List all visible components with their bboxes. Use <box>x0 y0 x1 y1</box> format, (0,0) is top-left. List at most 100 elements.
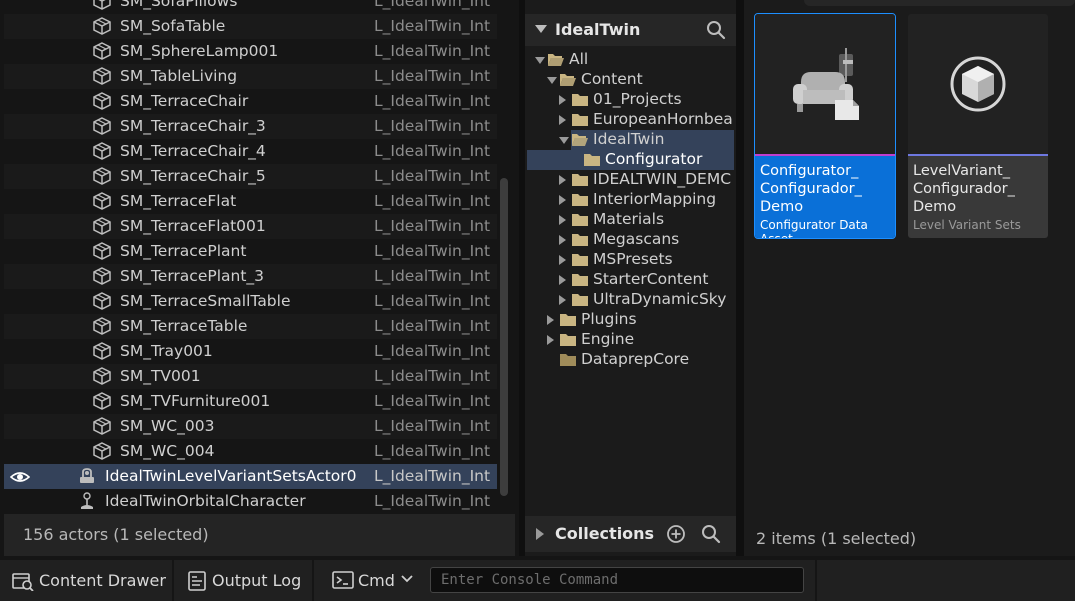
outliner-scrollbar[interactable] <box>500 178 508 496</box>
expand-arrow-icon[interactable] <box>559 275 566 285</box>
outliner-row[interactable]: SM_SofaPillows L_IdealTwin_Int <box>4 0 497 14</box>
tree-folder-engine[interactable]: Engine <box>527 330 734 350</box>
static-mesh-icon <box>92 142 112 160</box>
static-mesh-icon <box>92 317 112 335</box>
asset-view: Configurator_ Configurador_ Demo Configu… <box>744 0 1075 556</box>
outliner-row[interactable]: SM_WC_003 L_IdealTwin_Int <box>4 414 497 439</box>
actor-level: L_IdealTwin_Int <box>374 392 491 410</box>
static-mesh-icon <box>92 192 112 210</box>
output-log-button[interactable]: Output Log <box>174 560 314 601</box>
search-icon[interactable] <box>701 524 721 544</box>
outliner-row[interactable]: SM_TerracePlant L_IdealTwin_Int <box>4 239 497 264</box>
asset-info: LevelVariant_ Configurador_ Demo Level V… <box>908 156 1048 238</box>
static-mesh-icon <box>92 342 112 360</box>
character-icon <box>77 492 97 510</box>
actor-name: SM_TerraceChair_5 <box>120 167 266 185</box>
actor-level: L_IdealTwin_Int <box>374 417 491 435</box>
tree-folder-megascans[interactable]: Megascans <box>527 230 734 250</box>
tree-folder-all[interactable]: All <box>527 50 734 70</box>
outliner-row[interactable]: SM_TerraceFlat L_IdealTwin_Int <box>4 189 497 214</box>
collapse-arrow-icon[interactable] <box>535 25 547 33</box>
actor-level: L_IdealTwin_Int <box>374 467 491 485</box>
content-drawer-button[interactable]: Content Drawer <box>0 560 174 601</box>
actor-level: L_IdealTwin_Int <box>374 17 491 35</box>
console-command-input[interactable] <box>430 567 804 593</box>
asset-thumbnail <box>755 14 895 154</box>
expand-arrow-icon[interactable] <box>559 235 566 245</box>
actor-name: SM_TerraceTable <box>120 317 248 335</box>
actor-level: L_IdealTwin_Int <box>374 492 491 510</box>
expand-arrow-icon[interactable] <box>536 528 544 540</box>
folder-label: IdealTwin <box>593 130 665 148</box>
tree-folder-mspresets[interactable]: MSPresets <box>527 250 734 270</box>
sources-header[interactable]: IdealTwin <box>525 14 736 46</box>
folder-icon <box>571 292 589 307</box>
expand-arrow-icon[interactable] <box>559 175 566 185</box>
outliner-row[interactable]: SM_TerraceChair L_IdealTwin_Int <box>4 89 497 114</box>
actor-level: L_IdealTwin_Int <box>374 117 491 135</box>
asset-tile-levelvariant[interactable]: LevelVariant_ Configurador_ Demo Level V… <box>908 14 1048 238</box>
cmd-dropdown[interactable]: Cmd <box>314 560 426 601</box>
folder-icon <box>571 272 589 287</box>
expand-arrow-icon[interactable] <box>547 335 554 345</box>
tree-folder-materials[interactable]: Materials <box>527 210 734 230</box>
outliner-row[interactable]: IdealTwinOrbitalCharacter L_IdealTwin_Int <box>4 489 497 513</box>
actor-level: L_IdealTwin_Int <box>374 192 491 210</box>
status-bar: Content Drawer Output Log Cmd <box>0 560 1075 601</box>
outliner-row[interactable]: SM_TerracePlant_3 L_IdealTwin_Int <box>4 264 497 289</box>
tree-folder-plugins[interactable]: Plugins <box>527 310 734 330</box>
tree-folder-configurator[interactable]: Configurator <box>527 150 734 170</box>
level-variant-actor-icon <box>77 467 97 485</box>
tree-folder-ultradynamicsky[interactable]: UltraDynamicSky <box>527 290 734 310</box>
outliner-row[interactable]: SM_TerraceFlat001 L_IdealTwin_Int <box>4 214 497 239</box>
tree-folder-europeanhornbea[interactable]: EuropeanHornbea <box>527 110 734 130</box>
outliner-row[interactable]: SM_TerraceChair_5 L_IdealTwin_Int <box>4 164 497 189</box>
expand-arrow-icon[interactable] <box>559 295 566 305</box>
asset-tile-configurator[interactable]: Configurator_ Configurador_ Demo Configu… <box>754 13 896 239</box>
outliner-row[interactable]: SM_SofaTable L_IdealTwin_Int <box>4 14 497 39</box>
output-log-label: Output Log <box>212 571 302 590</box>
outliner-row[interactable]: SM_TVFurniture001 L_IdealTwin_Int <box>4 389 497 414</box>
static-mesh-icon <box>92 417 112 435</box>
expand-arrow-icon[interactable] <box>547 315 554 325</box>
collections-header[interactable]: Collections <box>525 516 736 552</box>
actor-name: SM_WC_004 <box>120 442 215 460</box>
actor-name: SM_TerraceChair <box>120 92 249 110</box>
outliner-row[interactable]: SM_TV001 L_IdealTwin_Int <box>4 364 497 389</box>
folder-icon <box>571 92 589 107</box>
visibility-eye-icon[interactable] <box>9 469 31 485</box>
folder-label: Configurator <box>605 150 703 168</box>
expand-arrow-icon[interactable] <box>559 255 566 265</box>
outliner-row[interactable]: IdealTwinLevelVariantSetsActor0 L_IdealTw… <box>4 464 497 489</box>
outliner-row[interactable]: SM_Tray001 L_IdealTwin_Int <box>4 339 497 364</box>
outliner-row[interactable]: SM_SphereLamp001 L_IdealTwin_Int <box>4 39 497 64</box>
tree-folder-01-projects[interactable]: 01_Projects <box>527 90 734 110</box>
outliner-row[interactable]: SM_TerraceTable L_IdealTwin_Int <box>4 314 497 339</box>
collapse-arrow-icon[interactable] <box>535 57 545 64</box>
collapse-arrow-icon[interactable] <box>559 137 569 144</box>
tree-folder-startercontent[interactable]: StarterContent <box>527 270 734 290</box>
outliner-row[interactable]: SM_TableLiving L_IdealTwin_Int <box>4 64 497 89</box>
static-mesh-icon <box>92 392 112 410</box>
folder-label: Engine <box>581 330 635 348</box>
add-collection-icon[interactable] <box>666 524 686 544</box>
tree-folder-idealtwin-demc[interactable]: IDEALTWIN_DEMC <box>527 170 734 190</box>
actor-level: L_IdealTwin_Int <box>374 367 491 385</box>
tree-folder-dataprepcore[interactable]: DataprepCore <box>527 350 734 370</box>
tree-folder-interiormapping[interactable]: InteriorMapping <box>527 190 734 210</box>
tree-folder-content[interactable]: Content <box>527 70 734 90</box>
expand-arrow-icon[interactable] <box>559 95 566 105</box>
tree-folder-idealtwin[interactable]: IdealTwin <box>527 130 734 150</box>
outliner-row[interactable]: SM_TerraceChair_4 L_IdealTwin_Int <box>4 139 497 164</box>
search-icon[interactable] <box>706 20 726 40</box>
actor-level: L_IdealTwin_Int <box>374 317 491 335</box>
folder-icon <box>571 232 589 247</box>
outliner-row[interactable]: SM_TerraceSmallTable L_IdealTwin_Int <box>4 289 497 314</box>
collapse-arrow-icon[interactable] <box>547 77 557 84</box>
expand-arrow-icon[interactable] <box>559 195 566 205</box>
folder-label: 01_Projects <box>593 90 682 108</box>
expand-arrow-icon[interactable] <box>559 115 566 125</box>
expand-arrow-icon[interactable] <box>559 215 566 225</box>
outliner-row[interactable]: SM_TerraceChair_3 L_IdealTwin_Int <box>4 114 497 139</box>
outliner-row[interactable]: SM_WC_004 L_IdealTwin_Int <box>4 439 497 464</box>
